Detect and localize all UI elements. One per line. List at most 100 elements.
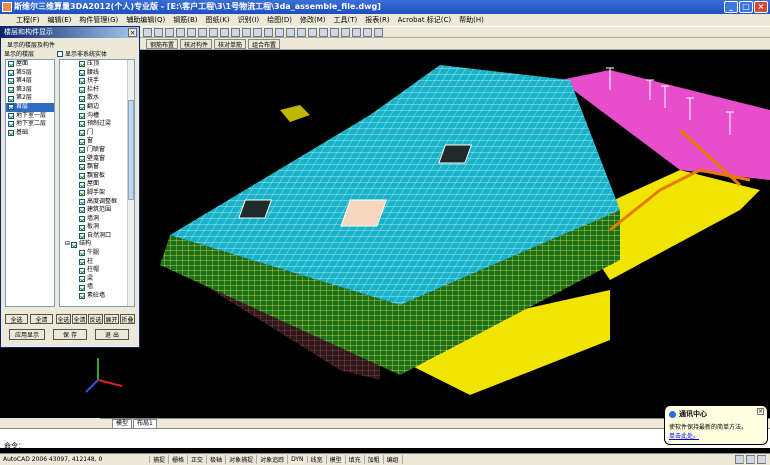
comp-invert-button[interactable]: 反选 [88,314,103,324]
component-checkbox[interactable] [71,241,78,248]
floor-checkbox[interactable] [8,121,14,128]
undo-icon[interactable] [220,28,229,37]
floor-item[interactable]: 地下室二层 [6,120,54,129]
floor-clear-button[interactable]: 全清 [30,314,53,324]
minimize-button[interactable]: _ [724,1,738,13]
floor-checkbox[interactable] [8,78,14,85]
component-item[interactable]: 壁龛窗 [63,155,134,164]
layer-icon[interactable] [275,28,284,37]
component-checkbox[interactable] [79,104,85,111]
toggle-bold[interactable]: 加粗 [365,455,384,464]
menu-modify[interactable]: 修改(M) [296,15,330,25]
apply-display-button[interactable]: 应用显示 [9,329,45,340]
component-item[interactable]: 散水 [63,94,134,103]
component-item[interactable]: 柱帽 [63,266,134,275]
component-item[interactable]: 门联窗 [63,146,134,155]
component-checkbox[interactable] [79,276,85,283]
component-checkbox[interactable] [79,78,85,85]
component-checkbox[interactable] [79,207,85,214]
toggle-grid[interactable]: 栅格 [169,455,189,464]
component-checkbox[interactable] [79,215,85,222]
component-item[interactable]: 梁 [63,275,134,284]
lock-icon[interactable] [746,455,755,464]
component-checkbox[interactable] [79,138,85,145]
redo-icon[interactable] [231,28,240,37]
comp-select-all-button[interactable]: 全选 [56,314,71,324]
menu-help[interactable]: 帮助(H) [455,15,488,25]
floor-checkbox[interactable] [8,61,14,68]
check-single-rebar-button[interactable]: 核对单筋 [214,38,247,49]
collapse-button[interactable]: 折叠 [120,314,135,324]
component-checkbox[interactable] [79,224,85,231]
menu-assist-edit[interactable]: 辅助编辑(Q) [122,15,169,25]
balloon-link[interactable]: 单击此处。 [669,431,763,440]
floor-checkbox[interactable] [8,87,14,94]
component-item[interactable]: 板洞 [63,223,134,232]
balloon-close-icon[interactable]: × [757,408,764,415]
component-item[interactable]: 沟槽 [63,112,134,121]
menu-rebar[interactable]: 钢筋(B) [169,15,201,25]
save-button[interactable]: 保 存 [53,329,87,340]
menu-project[interactable]: 工程(F) [12,15,44,25]
toggle-otrack[interactable]: 对象追踪 [257,455,289,464]
copy-icon[interactable] [198,28,207,37]
table-icon[interactable] [352,28,361,37]
toggle-group[interactable]: 编组 [384,455,403,464]
floor-checkbox[interactable] [8,95,14,102]
component-item[interactable]: 飘窗 [63,163,134,172]
close-button[interactable]: × [754,1,768,13]
component-item[interactable]: 素砼墙 [63,292,134,301]
toggle-fill[interactable]: 填充 [346,455,365,464]
combined-layout-button[interactable]: 组合布置 [248,38,281,49]
toggle-model[interactable]: 模型 [327,455,346,464]
view-3d-icon[interactable] [308,28,317,37]
cad-viewport[interactable] [140,50,770,418]
component-checkbox[interactable] [79,233,85,240]
tree-expand-icon[interactable]: ⊟ [65,240,70,249]
component-checkbox[interactable] [79,190,85,197]
toggle-snap[interactable]: 捕捉 [150,455,170,464]
properties-icon[interactable] [286,28,295,37]
component-item[interactable]: 扶手 [63,77,134,86]
floor-item[interactable]: 首层 [6,102,54,112]
export-icon[interactable] [363,28,372,37]
component-item[interactable]: 牛腿 [63,249,134,258]
component-item[interactable]: 墙洞 [63,215,134,224]
check-icon[interactable] [330,28,339,37]
component-checkbox[interactable] [79,250,85,257]
floor-item[interactable]: 第5层 [6,69,54,78]
menu-draw[interactable]: 绘图(D) [263,15,296,25]
component-checkbox[interactable] [79,130,85,137]
floor-item[interactable]: 屋面 [6,60,54,69]
calculate-icon[interactable] [319,28,328,37]
component-checkbox[interactable] [79,258,85,265]
floor-select-all-button[interactable]: 全选 [5,314,28,324]
comp-clear-button[interactable]: 全清 [72,314,87,324]
floor-checkbox[interactable] [8,104,14,111]
show-nonsys-checkbox[interactable] [57,50,63,57]
save-icon[interactable] [165,28,174,37]
toggle-lineweight[interactable]: 线宽 [308,455,327,464]
cut-icon[interactable] [187,28,196,37]
floor-item[interactable]: 第4层 [6,77,54,86]
component-item[interactable]: 窗 [63,137,134,146]
component-checkbox[interactable] [79,181,85,188]
component-checkbox[interactable] [79,69,85,76]
menu-edit[interactable]: 编辑(E) [44,15,76,25]
component-checkbox[interactable] [79,293,85,300]
new-icon[interactable] [143,28,152,37]
component-checkbox[interactable] [79,147,85,154]
exit-button[interactable]: 退 出 [95,329,129,340]
toggle-polar[interactable]: 极轴 [207,455,227,464]
menu-tools[interactable]: 工具(T) [330,15,362,25]
component-checkbox[interactable] [79,87,85,94]
component-item[interactable]: 柱 [63,258,134,267]
menu-report[interactable]: 报表(R) [361,15,393,25]
component-checkbox[interactable] [79,267,85,274]
open-icon[interactable] [154,28,163,37]
comm-center-icon[interactable] [735,455,744,464]
floor-item[interactable]: 第2层 [6,94,54,103]
floor-checkbox[interactable] [8,112,14,119]
toggle-osnap[interactable]: 对象捕捉 [226,455,258,464]
component-checkbox[interactable] [79,198,85,205]
